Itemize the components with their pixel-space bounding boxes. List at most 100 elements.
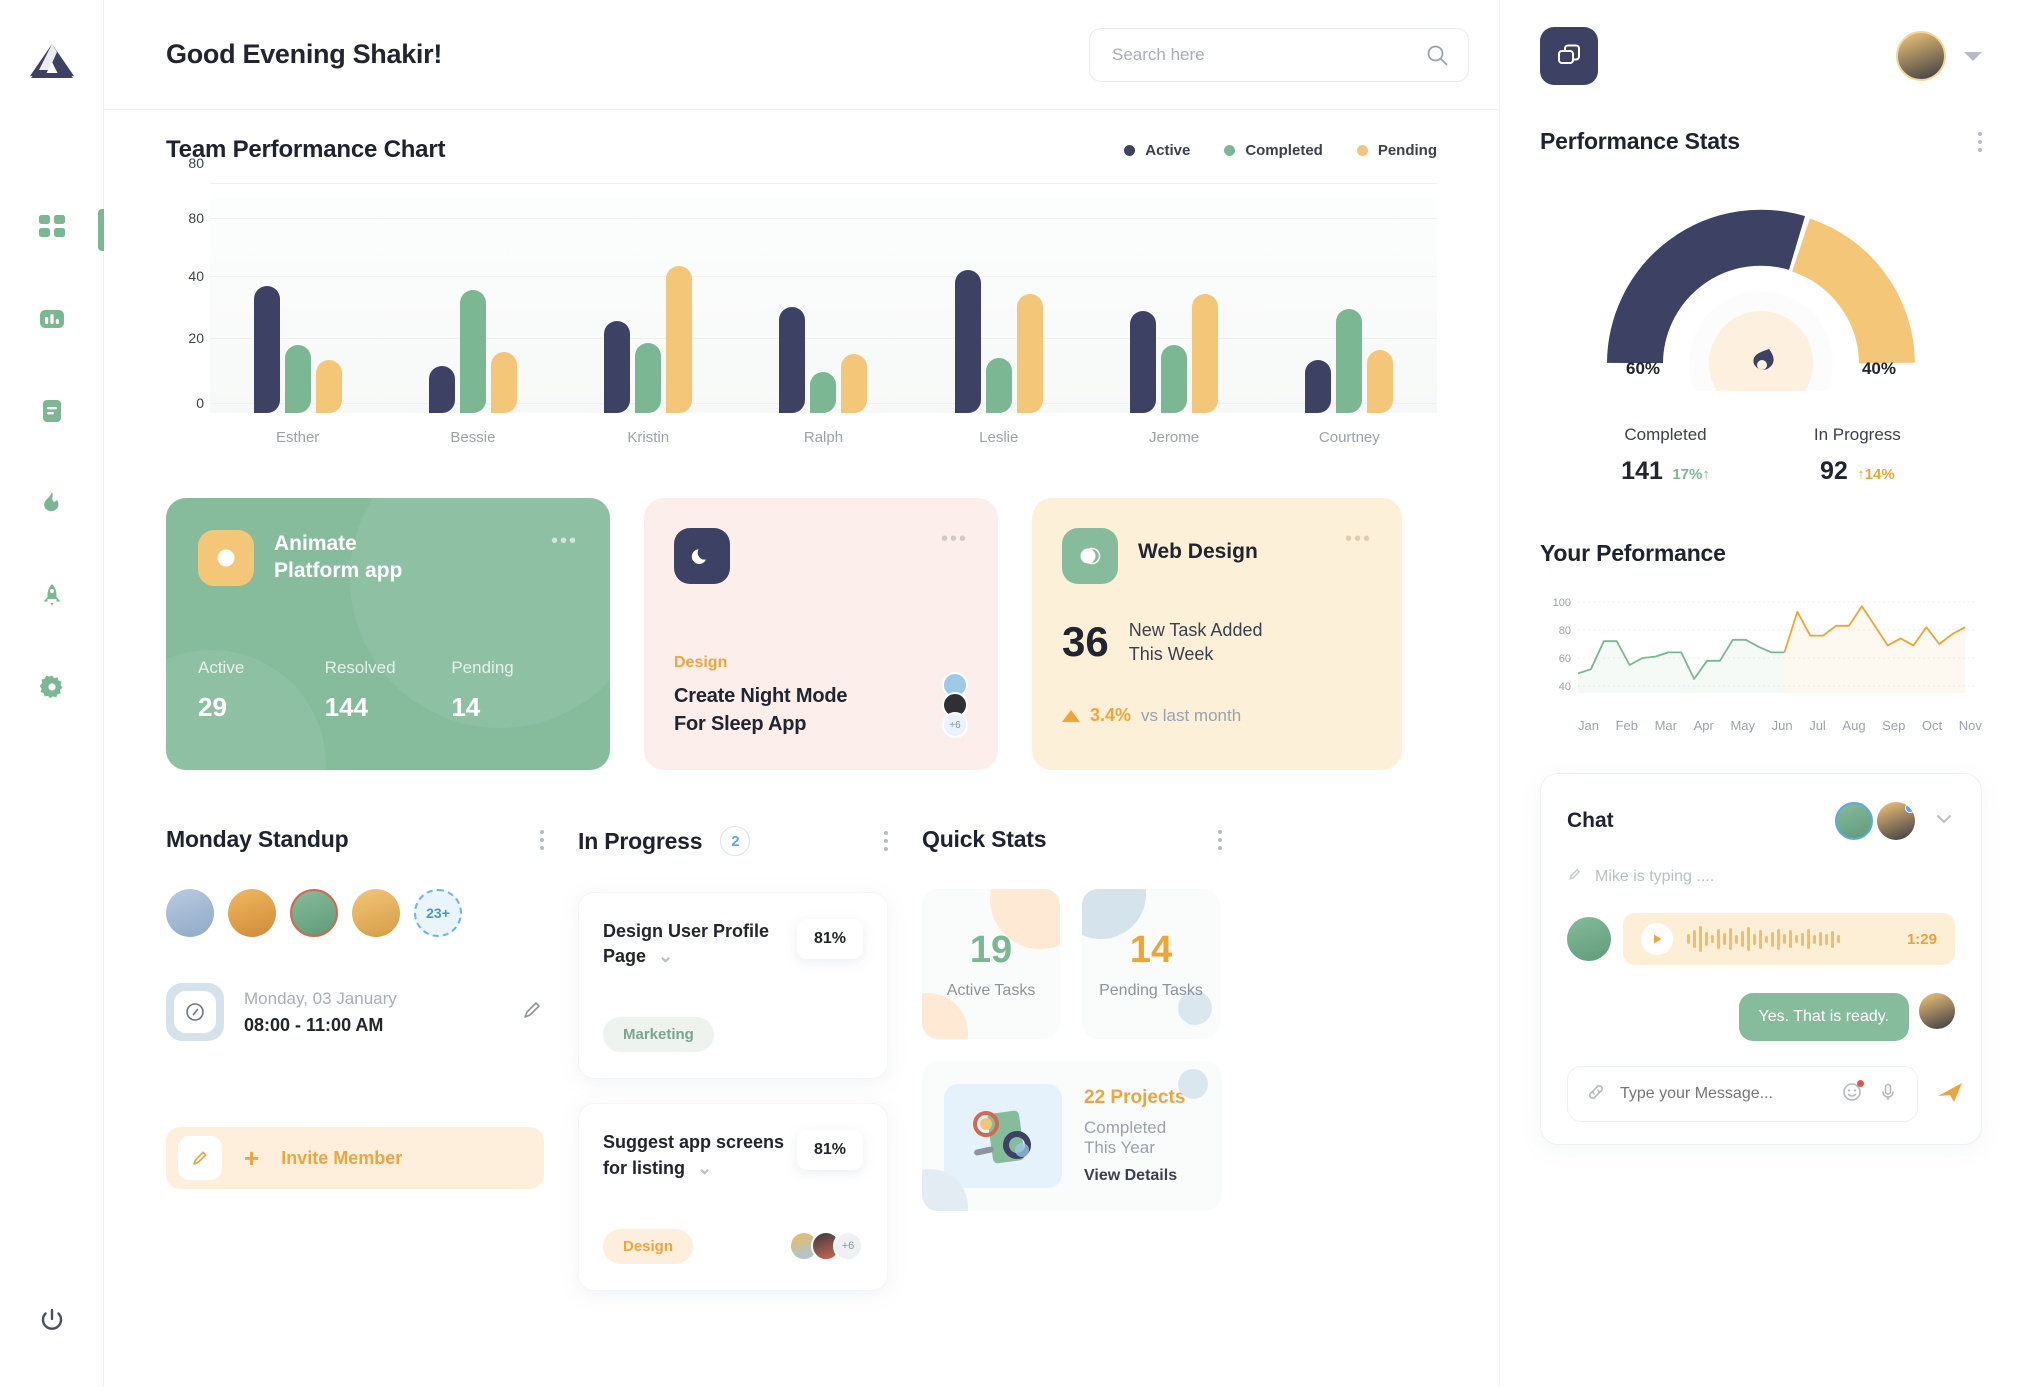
- sidebar-item-analytics[interactable]: [0, 299, 103, 339]
- sidebar-item-settings[interactable]: [0, 667, 103, 707]
- bar-completed[interactable]: [635, 343, 662, 413]
- bar-completed[interactable]: [1336, 308, 1363, 413]
- kebab-menu-icon[interactable]: [1218, 829, 1222, 850]
- sidebar-item-trending[interactable]: [0, 483, 103, 523]
- bar-pending[interactable]: [315, 359, 342, 413]
- bar-group: [1130, 198, 1219, 413]
- task-name-line1: Design User Profile: [603, 921, 770, 941]
- invite-member-button[interactable]: + Invite Member: [166, 1127, 544, 1189]
- play-icon[interactable]: [1641, 923, 1673, 955]
- task-percent: 81%: [796, 919, 863, 959]
- web-design-card[interactable]: Web Design ••• 36 New Task Added This We…: [1032, 498, 1402, 770]
- bar-active[interactable]: [253, 286, 280, 413]
- card-title-line1: Animate: [274, 532, 357, 555]
- month-label: Jan: [1578, 718, 1599, 733]
- bar-pending[interactable]: [841, 353, 868, 413]
- more-dots-icon[interactable]: •••: [551, 530, 578, 553]
- microphone-icon[interactable]: [1877, 1081, 1899, 1108]
- bar-completed[interactable]: [985, 357, 1012, 413]
- chevron-down-icon[interactable]: ⌄: [697, 1156, 712, 1181]
- avatar[interactable]: [290, 889, 338, 937]
- month-label: Oct: [1921, 718, 1943, 733]
- bar-active[interactable]: [428, 365, 455, 413]
- legend-label-completed: Completed: [1245, 141, 1323, 159]
- avatar[interactable]: [1877, 802, 1915, 840]
- more-dots-icon[interactable]: •••: [941, 528, 968, 551]
- legend-item-completed[interactable]: Completed: [1224, 142, 1323, 159]
- windows-stack-icon[interactable]: [1540, 27, 1598, 85]
- delta-note: vs last month: [1141, 705, 1242, 725]
- avatar[interactable]: [1835, 802, 1873, 840]
- task-tag[interactable]: Marketing: [603, 1017, 714, 1053]
- mountain-logo-icon[interactable]: [29, 42, 75, 85]
- sidebar-item-launch[interactable]: [0, 575, 103, 615]
- legend-item-active[interactable]: Active: [1124, 142, 1190, 159]
- bar-pending[interactable]: [1367, 349, 1394, 413]
- quick-stat-tile-pending[interactable]: 14 Pending Tasks: [1082, 889, 1220, 1039]
- right-panel: Performance Stats 60% 40% Completed 141 …: [1500, 0, 2022, 1387]
- chat-card: Chat Mike is typing .... 1:29 Yes. That …: [1540, 773, 1982, 1145]
- bar-active[interactable]: [1305, 359, 1332, 413]
- task-card[interactable]: Suggest app screens for listing ⌄ 81% De…: [578, 1103, 888, 1291]
- animate-platform-card[interactable]: Animate Platform app ••• Active 29 Resol…: [166, 498, 610, 770]
- chart-plot-area: 80 80 40 20 0: [166, 155, 1437, 413]
- kebab-menu-icon[interactable]: [1978, 131, 1982, 152]
- voice-message[interactable]: 1:29: [1567, 913, 1955, 965]
- task-tag[interactable]: Design: [603, 1228, 694, 1264]
- power-icon[interactable]: [38, 1306, 66, 1339]
- projects-summary-card[interactable]: 22 Projects Completed This Year View Det…: [922, 1061, 1222, 1211]
- sidebar-item-documents[interactable]: [0, 391, 103, 431]
- bar-pending[interactable]: [666, 265, 693, 413]
- bar-completed[interactable]: [1161, 345, 1188, 413]
- chart-x-axis: Esther Bessie Kristin Ralph Leslie Jerome Cour…: [166, 429, 1437, 446]
- standup-title: Monday Standup: [166, 826, 349, 852]
- pencil-icon[interactable]: [520, 998, 544, 1027]
- bar-completed[interactable]: [459, 290, 486, 413]
- user-menu[interactable]: [1896, 31, 1982, 81]
- stat-label: Pending: [451, 658, 514, 677]
- smiley-icon[interactable]: [1841, 1079, 1864, 1108]
- bar-chart-icon: [37, 304, 67, 334]
- avatar[interactable]: [166, 889, 214, 937]
- kebab-menu-icon[interactable]: [884, 831, 888, 851]
- sidebar-item-dashboard[interactable]: [0, 207, 104, 251]
- link-icon[interactable]: [1586, 1082, 1606, 1107]
- kebab-menu-icon[interactable]: [540, 829, 544, 850]
- in-progress-title: In Progress: [578, 827, 703, 854]
- bar-pending[interactable]: [1192, 294, 1219, 413]
- kpi-completed: Completed 141 17%↑: [1621, 425, 1710, 486]
- avatar-overflow-badge[interactable]: 23+: [414, 889, 462, 937]
- x-tick-label: Courtney: [1318, 429, 1380, 446]
- kpi-in-progress: In Progress 92 ↑14%: [1814, 425, 1901, 486]
- your-performance-title: Your Peformance: [1540, 540, 1726, 566]
- caret-down-icon[interactable]: [1964, 51, 1982, 61]
- team-performance-chart-card: Team Performance Chart Active Completed: [166, 136, 1437, 446]
- chevron-down-icon[interactable]: [1933, 808, 1955, 835]
- view-details-link[interactable]: View Details: [1084, 1167, 1200, 1185]
- bar-pending[interactable]: [490, 351, 517, 413]
- bar-pending[interactable]: [1016, 294, 1043, 413]
- more-dots-icon[interactable]: •••: [1345, 528, 1372, 551]
- night-mode-card[interactable]: ••• Design Create Night Mode For Sleep A…: [644, 498, 998, 770]
- avatar[interactable]: [1896, 31, 1946, 81]
- legend-item-pending[interactable]: Pending: [1356, 142, 1437, 159]
- bar-completed[interactable]: [284, 345, 311, 413]
- month-label: Apr: [1693, 718, 1714, 733]
- quick-stat-tile-active[interactable]: 19 Active Tasks: [922, 889, 1060, 1039]
- quick-stats-title: Quick Stats: [922, 826, 1047, 852]
- bar-active[interactable]: [954, 269, 981, 413]
- bottom-columns: Monday Standup 23+ Monday, 03 January 08…: [166, 826, 1437, 1315]
- task-card[interactable]: Design User Profile Page ⌄ 81% Marketing: [578, 892, 888, 1080]
- send-icon[interactable]: [1934, 1076, 1966, 1113]
- message-input[interactable]: [1620, 1085, 1827, 1103]
- avatar[interactable]: [352, 889, 400, 937]
- meeting-time: 08:00 - 11:00 AM: [244, 1014, 384, 1035]
- avatar[interactable]: [228, 889, 276, 937]
- x-tick-label: Kristin: [627, 429, 670, 446]
- chevron-down-icon[interactable]: ⌄: [658, 944, 673, 969]
- bar-active[interactable]: [1130, 310, 1157, 413]
- bar-active[interactable]: [604, 320, 631, 413]
- bar-completed[interactable]: [810, 372, 837, 413]
- search-input[interactable]: [1089, 27, 1469, 82]
- bar-active[interactable]: [779, 306, 806, 413]
